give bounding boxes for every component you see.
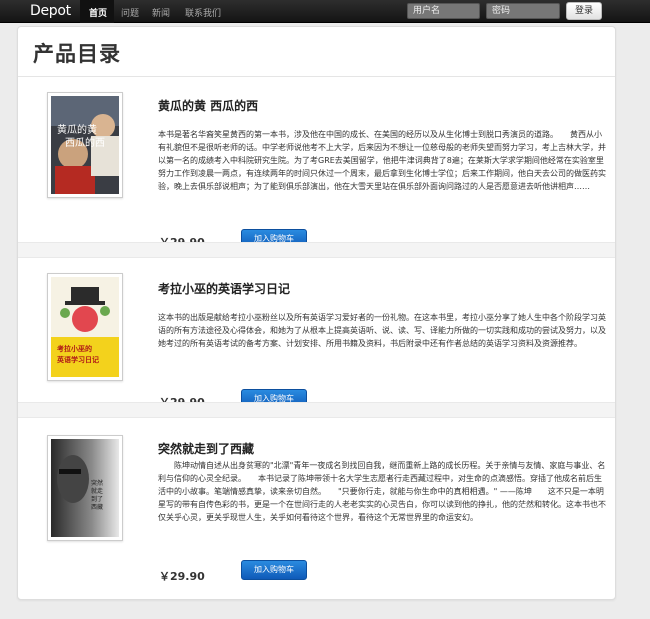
nav-item-contact[interactable]: 联系我们 [185,6,221,19]
book-cover-2: 考拉小巫的 英语学习日记 [51,277,119,377]
svg-text:突然: 突然 [91,479,103,487]
svg-text:英语学习日记: 英语学习日记 [56,355,99,364]
book-cover-3: 突然 就走 到了 西藏 [51,439,119,537]
product-title[interactable]: 考拉小巫的英语学习日记 [158,280,290,297]
product-title[interactable]: 黄瓜的黄 西瓜的西 [158,97,258,114]
username-input[interactable]: 用户名 [407,3,480,19]
svg-text:考拉小巫的: 考拉小巫的 [57,344,92,353]
product-cover-image[interactable]: 黄瓜的黄 西瓜的西 [47,92,123,198]
nav-item-news[interactable]: 新闻 [152,6,170,19]
product-description: 本书是著名华裔笑星黄西的第一本书，涉及他在中国的成长、在美国的经历以及从生化博士… [158,130,606,191]
svg-text:西藏: 西藏 [91,503,103,511]
svg-text:到了: 到了 [91,496,103,503]
title-divider [18,76,615,77]
product-description: 陈坤动情自述从出身贫寒的"北漂"青年一夜成名到找回自我，继而重新上路的成长历程。… [158,461,606,522]
product-cover-image[interactable]: 突然 就走 到了 西藏 [47,435,123,541]
top-navbar: Depot 首页 问题 新闻 联系我们 用户名 密码 登录 [0,0,650,23]
svg-text:就走: 就走 [91,487,103,495]
product-separator [18,242,615,258]
login-button[interactable]: 登录 [566,2,602,20]
nav-item-questions[interactable]: 问题 [121,6,139,19]
svg-text:西瓜的西: 西瓜的西 [65,136,105,149]
catalog-panel: 产品目录 黄瓜的黄 西瓜的西 黄瓜的黄 西瓜的西 本书是著名华裔笑星黄西的第一本… [17,26,616,600]
add-to-cart-button[interactable]: 加入购物车 [241,560,307,580]
product-title[interactable]: 突然就走到了西藏 [158,440,254,457]
page-title: 产品目录 [33,42,121,66]
product-separator [18,402,615,418]
book-cover-1: 黄瓜的黄 西瓜的西 [51,96,119,194]
product-cover-image[interactable]: 考拉小巫的 英语学习日记 [47,273,123,381]
svg-text:黄瓜的黄: 黄瓜的黄 [57,123,97,136]
nav-item-home[interactable]: 首页 [89,6,107,19]
brand-logo[interactable]: Depot [30,3,71,19]
password-input[interactable]: 密码 [486,3,560,19]
product-description: 这本书的出版是献给考拉小巫粉丝以及所有英语学习爱好者的一份礼物。在这本书里，考拉… [158,313,606,348]
product-price: ￥29.90 [159,570,205,583]
